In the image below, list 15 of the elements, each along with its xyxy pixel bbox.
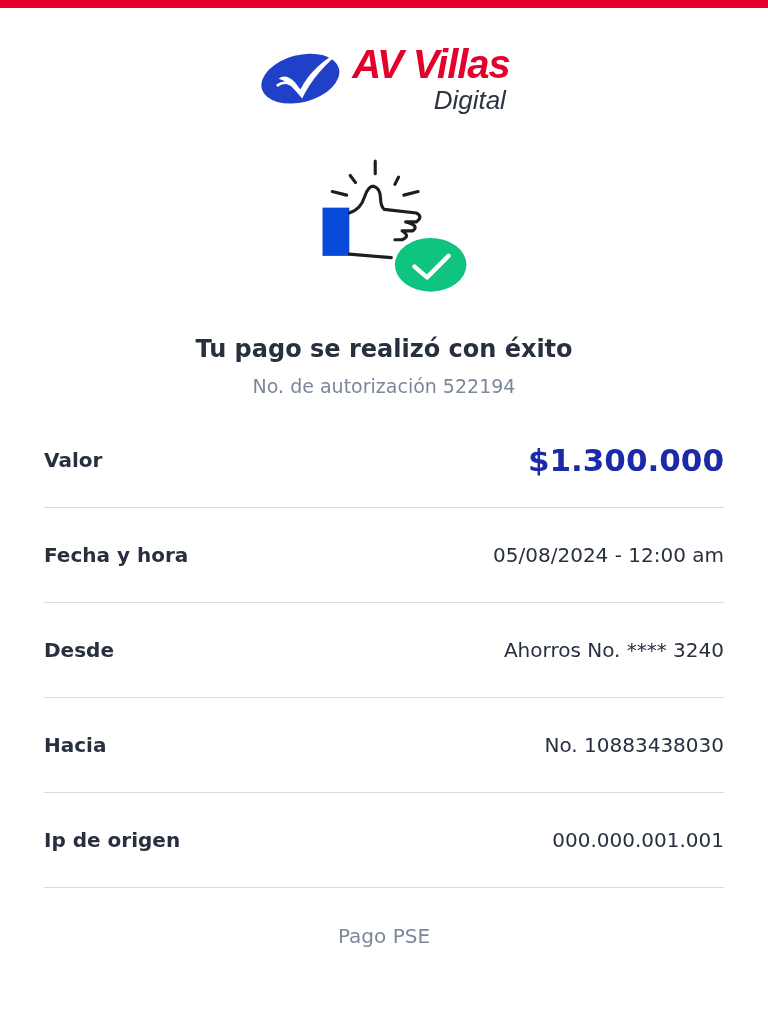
brand-name: AV Villas (352, 42, 510, 86)
detail-label: Desde (44, 638, 114, 662)
success-title: Tu pago se realizó con éxito (195, 335, 573, 363)
detail-value: Ahorros No. **** 3240 (503, 638, 724, 662)
detail-value: 05/08/2024 - 12:00 am (493, 543, 724, 567)
brand-tagline: Digital (433, 86, 506, 114)
detail-value: 000.000.001.001 (552, 828, 724, 852)
detail-label: Fecha y hora (44, 543, 189, 567)
detail-value: $1.300.000 (527, 442, 724, 478)
detail-label: Valor (44, 448, 103, 472)
detail-label: Hacia (44, 733, 107, 757)
authorization-number: No. de autorización 522194 (252, 375, 516, 397)
payment-type: Pago PSE (337, 924, 431, 948)
detail-value: No. 10883438030 (544, 733, 724, 757)
detail-label: Ip de origen (44, 828, 181, 852)
